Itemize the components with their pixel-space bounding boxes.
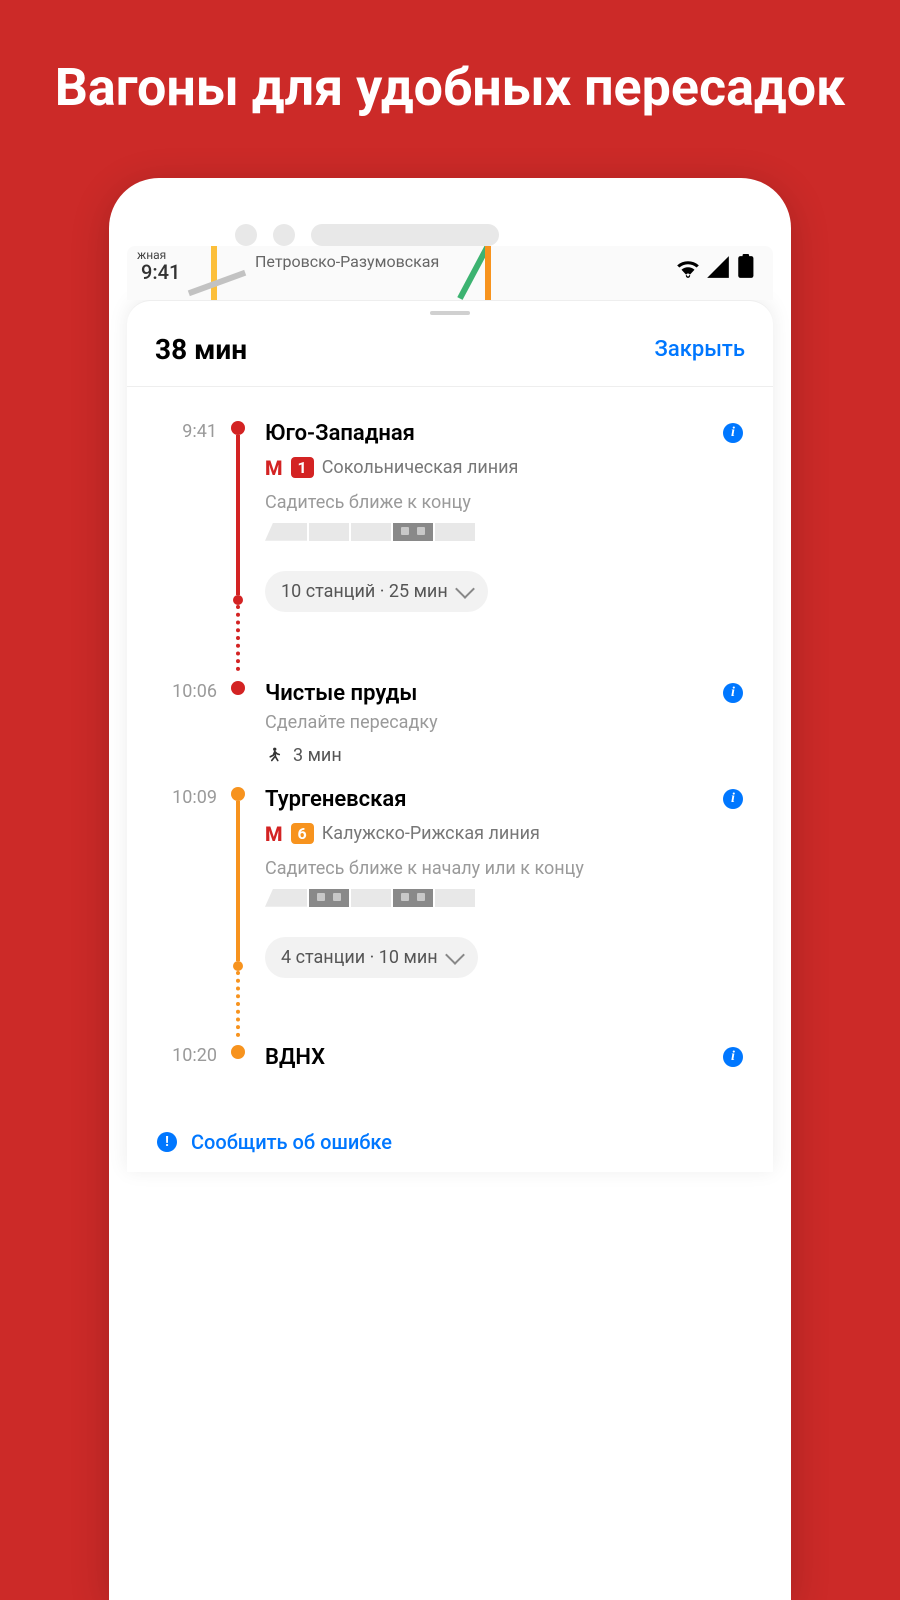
walk-segment: 3 мин bbox=[265, 745, 743, 767]
stations-expander[interactable]: 10 станций · 25 мин bbox=[265, 571, 488, 612]
transfer-hint: Сделайте пересадку bbox=[265, 712, 743, 733]
step-time: 10:09 bbox=[157, 787, 227, 1037]
line-name: Калужско-Рижская линия bbox=[322, 823, 540, 844]
cell-icon bbox=[705, 254, 731, 280]
boarding-hint: Садитесь ближе к концу bbox=[265, 492, 743, 513]
walk-time: 3 мин bbox=[293, 745, 342, 766]
route-step: 10:06 Чистые пруды i Сделайте пересадку … bbox=[157, 681, 743, 785]
route-step: 10:20 ВДНХ i bbox=[157, 1045, 743, 1078]
expander-label: 10 станций · 25 мин bbox=[281, 581, 448, 602]
node-icon bbox=[231, 681, 245, 695]
info-icon[interactable]: i bbox=[723, 423, 743, 443]
phone-frame: жная 9:41 Петровско-Разумовская 38 мин З… bbox=[109, 178, 791, 1600]
train-cars bbox=[265, 889, 743, 907]
node-icon bbox=[231, 1045, 245, 1059]
status-time: 9:41 bbox=[141, 260, 180, 284]
metro-logo-icon: М bbox=[265, 456, 283, 480]
walk-icon bbox=[265, 745, 283, 767]
chevron-down-icon bbox=[445, 945, 465, 965]
metro-line: М 6 Калужско-Рижская линия bbox=[265, 822, 743, 846]
route-step: 10:09 Тургеневская i М 6 Калужско-Ри bbox=[157, 787, 743, 1037]
report-error-link[interactable]: ! Сообщить об ошибке bbox=[127, 1112, 773, 1172]
step-time: 9:41 bbox=[157, 421, 227, 671]
station-name: Тургеневская bbox=[265, 787, 406, 812]
metro-logo-icon: М bbox=[265, 822, 283, 846]
phone-speaker bbox=[235, 224, 499, 246]
map-preview[interactable]: жная 9:41 Петровско-Разумовская bbox=[127, 246, 773, 300]
expander-label: 4 станции · 10 мин bbox=[281, 947, 438, 968]
node-icon bbox=[233, 595, 243, 605]
step-time: 10:06 bbox=[157, 681, 227, 785]
map-station-label: Петровско-Разумовская bbox=[255, 252, 439, 271]
line-name: Сокольническая линия bbox=[322, 457, 519, 478]
wifi-icon bbox=[675, 254, 701, 280]
train-cars bbox=[265, 523, 743, 541]
status-icons bbox=[675, 254, 761, 280]
station-name: ВДНХ bbox=[265, 1045, 325, 1070]
station-name: Юго-Западная bbox=[265, 421, 415, 446]
route-steps: 9:41 Юго-Западная i М 1 Сокольническ bbox=[127, 387, 773, 1088]
station-name: Чистые пруды bbox=[265, 681, 417, 706]
info-icon[interactable]: i bbox=[723, 1047, 743, 1067]
total-duration: 38 мин bbox=[155, 333, 247, 366]
promo-headline: Вагоны для удобных пересадок bbox=[55, 58, 846, 118]
boarding-hint: Садитесь ближе к началу или к концу bbox=[265, 858, 743, 879]
sheet-header: 38 мин Закрыть bbox=[127, 321, 773, 387]
close-button[interactable]: Закрыть bbox=[655, 337, 746, 362]
node-icon bbox=[231, 421, 245, 435]
line-number-badge: 1 bbox=[291, 457, 314, 478]
node-icon bbox=[233, 961, 243, 971]
line-number-badge: 6 bbox=[291, 823, 314, 844]
node-icon bbox=[231, 787, 245, 801]
sheet-handle[interactable] bbox=[430, 311, 470, 315]
alert-icon: ! bbox=[157, 1132, 177, 1152]
route-sheet: 38 мин Закрыть 9:41 Юго-Западная i bbox=[127, 300, 773, 1172]
route-step: 9:41 Юго-Западная i М 1 Сокольническ bbox=[157, 421, 743, 671]
info-icon[interactable]: i bbox=[723, 683, 743, 703]
stations-expander[interactable]: 4 станции · 10 мин bbox=[265, 937, 478, 978]
report-error-label: Сообщить об ошибке bbox=[191, 1130, 392, 1154]
battery-icon bbox=[735, 254, 761, 280]
step-time: 10:20 bbox=[157, 1045, 227, 1078]
chevron-down-icon bbox=[455, 579, 475, 599]
info-icon[interactable]: i bbox=[723, 789, 743, 809]
metro-line: М 1 Сокольническая линия bbox=[265, 456, 743, 480]
